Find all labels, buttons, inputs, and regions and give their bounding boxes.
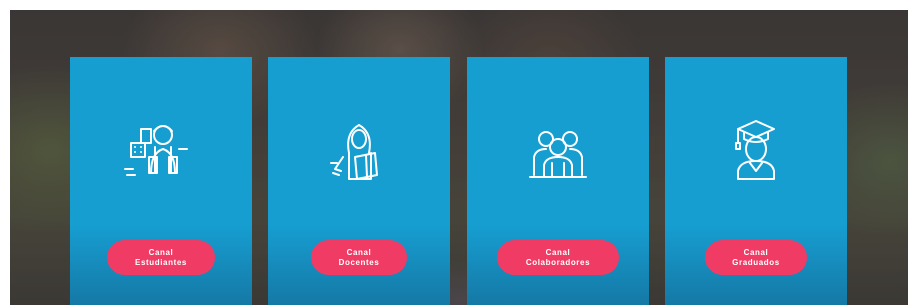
button-line-1: Canal [545, 247, 571, 257]
canal-docentes-button[interactable]: Canal Docentes [311, 240, 407, 275]
card-estudiantes: Canal Estudiantes [70, 57, 252, 305]
page: Canal Estudiantes Canal Docentes Canal C… [0, 0, 908, 305]
graduate-icon [716, 113, 796, 193]
card-colaboradores: Canal Colaboradores [467, 57, 649, 305]
button-line-2: Docentes [338, 257, 380, 267]
card-graduados: Canal Graduados [665, 57, 847, 305]
canal-colaboradores-button[interactable]: Canal Colaboradores [497, 240, 619, 275]
button-line-1: Canal [743, 247, 769, 257]
canal-graduados-button[interactable]: Canal Graduados [705, 240, 807, 275]
button-line-1: Canal [346, 247, 372, 257]
hero-banner: Canal Estudiantes Canal Docentes Canal C… [10, 10, 908, 305]
card-docentes: Canal Docentes [268, 57, 450, 305]
collaborators-icon [518, 113, 598, 193]
student-icon [121, 113, 201, 193]
button-line-1: Canal [148, 247, 174, 257]
button-line-2: Estudiantes [135, 257, 187, 267]
button-line-2: Colaboradores [525, 257, 591, 267]
button-line-2: Graduados [732, 257, 780, 267]
teacher-icon [319, 113, 399, 193]
canal-estudiantes-button[interactable]: Canal Estudiantes [107, 240, 215, 275]
